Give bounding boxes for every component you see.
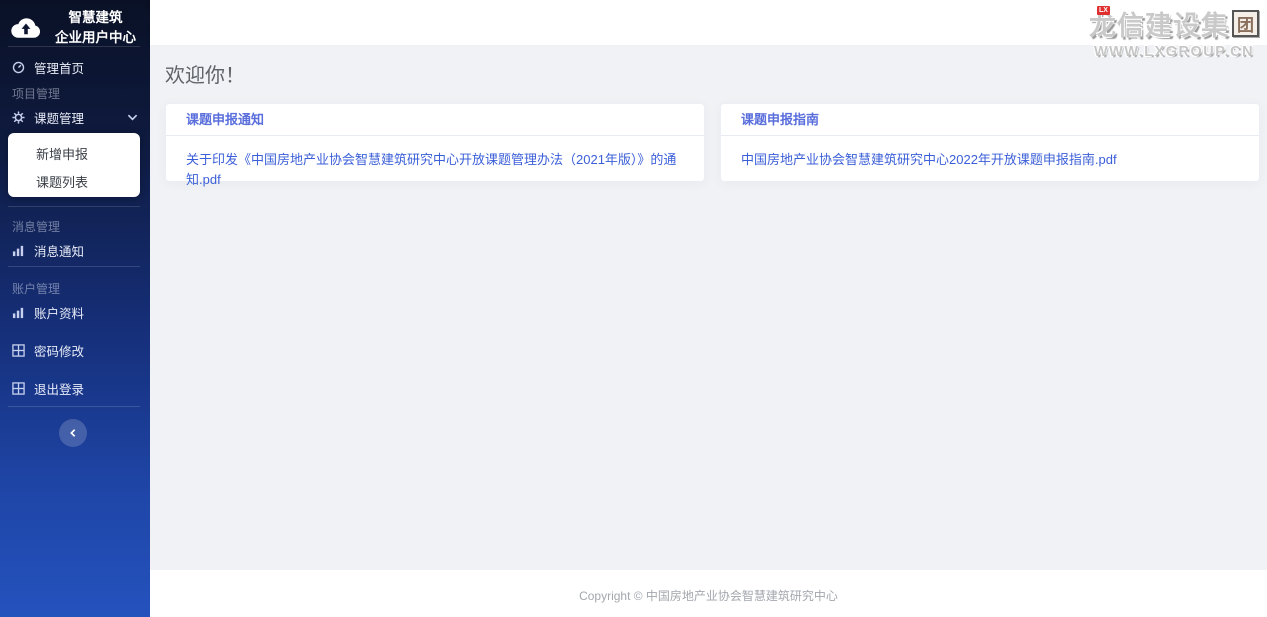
card-title: 课题申报通知 — [166, 104, 704, 136]
top-header — [150, 0, 1267, 45]
pdf-link-notice[interactable]: 关于印发《中国房地产业协会智慧建筑研究中心开放课题管理办法（2021年版）》的通… — [186, 152, 676, 187]
sidebar-item-logout[interactable]: 退出登录 — [0, 377, 150, 399]
gear-icon — [12, 111, 25, 124]
cloud-upload-icon — [10, 16, 42, 40]
welcome-heading: 欢迎你！ — [165, 59, 245, 88]
app-title: 智慧建筑 企业用户中心 — [49, 8, 142, 47]
sidebar-item-label: 管理首页 — [34, 58, 84, 77]
divider — [8, 46, 140, 47]
bar-chart-icon — [12, 244, 25, 257]
card-declaration-guide: 课题申报指南 中国房地产业协会智慧建筑研究中心2022年开放课题申报指南.pdf — [720, 103, 1260, 182]
sidebar-item-topic-management[interactable]: 课题管理 — [0, 106, 150, 128]
app-window: 智慧建筑 企业用户中心 管理首页 项目管理 — [0, 0, 1267, 617]
submenu-item-topic-list[interactable]: 课题列表 — [36, 170, 140, 196]
bar-chart-icon — [12, 306, 25, 319]
grid-icon — [12, 382, 25, 395]
sidebar-section-project: 项目管理 — [12, 85, 60, 102]
topic-submenu: 新增申报 课题列表 — [8, 133, 140, 197]
sidebar-item-label: 密码修改 — [34, 341, 84, 360]
sidebar-section-message: 消息管理 — [12, 218, 60, 235]
divider — [8, 406, 140, 407]
sidebar-item-password-change[interactable]: 密码修改 — [0, 339, 150, 361]
sidebar-item-label: 退出登录 — [34, 379, 84, 398]
sidebar: 智慧建筑 企业用户中心 管理首页 项目管理 — [0, 0, 150, 617]
divider — [8, 266, 140, 267]
sidebar-item-label: 消息通知 — [34, 241, 84, 260]
sidebar-item-label: 课题管理 — [34, 108, 84, 127]
chevron-left-icon — [68, 428, 78, 438]
sidebar-item-home[interactable]: 管理首页 — [0, 56, 150, 78]
main-content: 欢迎你！ 课题申报通知 关于印发《中国房地产业协会智慧建筑研究中心开放课题管理办… — [150, 45, 1267, 570]
dashboard-icon — [12, 61, 25, 74]
card-declaration-notice: 课题申报通知 关于印发《中国房地产业协会智慧建筑研究中心开放课题管理办法（202… — [165, 103, 705, 182]
copyright-text: Copyright © 中国房地产业协会智慧建筑研究中心 — [579, 587, 838, 604]
sidebar-item-label: 账户资料 — [34, 303, 84, 322]
card-title: 课题申报指南 — [721, 104, 1259, 136]
footer: Copyright © 中国房地产业协会智慧建筑研究中心 — [150, 570, 1267, 617]
sidebar-item-message-notice[interactable]: 消息通知 — [0, 239, 150, 261]
sidebar-section-account: 账户管理 — [12, 280, 60, 297]
pdf-link-guide[interactable]: 中国房地产业协会智慧建筑研究中心2022年开放课题申报指南.pdf — [741, 152, 1117, 167]
sidebar-collapse-button[interactable] — [59, 419, 87, 447]
submenu-item-new-declaration[interactable]: 新增申报 — [36, 142, 140, 168]
divider — [8, 206, 140, 207]
app-logo: 智慧建筑 企业用户中心 — [10, 8, 142, 47]
chevron-down-icon — [127, 112, 138, 123]
sidebar-item-account-profile[interactable]: 账户资料 — [0, 301, 150, 323]
grid-icon — [12, 344, 25, 357]
